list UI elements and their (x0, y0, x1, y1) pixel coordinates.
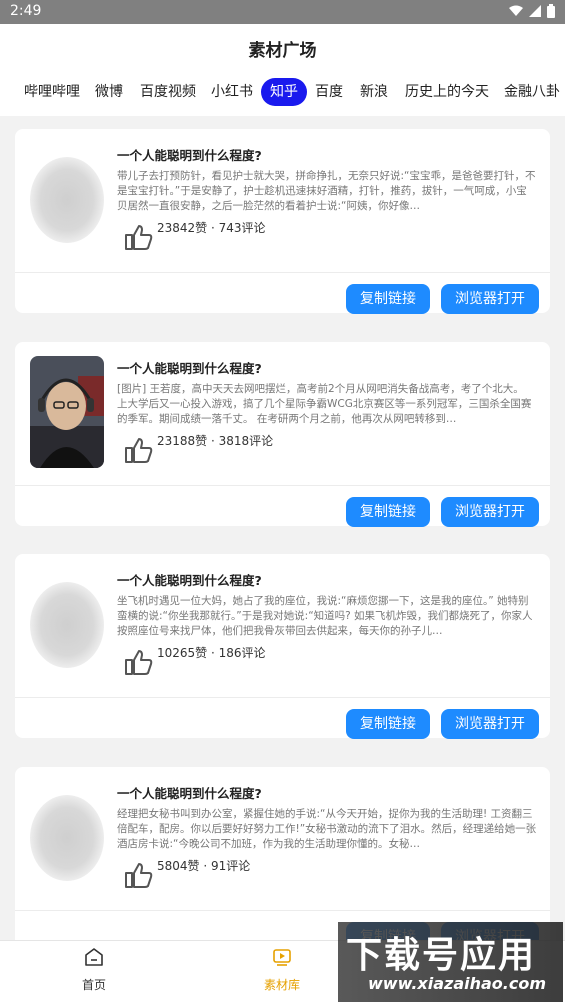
tab-zhihu[interactable]: 知乎 (261, 78, 307, 106)
tab-bilibili[interactable]: 哔哩哔哩 (24, 78, 80, 106)
card-title: 一个人能聪明到什么程度? (117, 573, 262, 588)
divider (15, 697, 550, 698)
card-stats: 23842赞 · 743评论 (157, 221, 266, 235)
divider (15, 485, 550, 486)
card-title: 一个人能聪明到什么程度? (117, 148, 262, 163)
thumbnail-placeholder (30, 157, 104, 243)
status-icons (509, 4, 555, 18)
card-description: 带儿子去打预防针，看见护士就大哭，拼命挣扎，无奈只好说:“宝宝乖，是爸爸要打针，… (117, 170, 536, 212)
tab-history-today[interactable]: 历史上的今天 (405, 78, 489, 106)
open-browser-button[interactable]: 浏览器打开 (441, 284, 539, 314)
tab-baidu[interactable]: 百度 (315, 78, 343, 106)
thumbs-up-icon[interactable] (123, 223, 153, 251)
status-time: 2:49 (10, 3, 42, 19)
battery-icon (547, 4, 555, 18)
signal-icon (529, 5, 541, 17)
watermark-logo: 下载号应用 www.xiazaihao.com (338, 922, 563, 1002)
card-title: 一个人能聪明到什么程度? (117, 786, 262, 801)
home-icon (85, 948, 103, 966)
category-tabs: 哔哩哔哩 微博 百度视频 小红书 知乎 百度 新浪 历史上的今天 金融八卦 (0, 76, 565, 110)
card-description: [图片] 王若度，高中天天去网吧摆烂，高考前2个月从网吧消失备战高考，考了个北大… (117, 383, 532, 425)
card-description: 经理把女秘书叫到办公室，紧握住她的手说:“从今天开始，捉你为我的生活助理! 工资… (117, 808, 537, 850)
copy-link-button[interactable]: 复制链接 (346, 709, 430, 739)
tab-sina[interactable]: 新浪 (360, 78, 388, 106)
card-description: 坐飞机时遇见一位大妈，她占了我的座位，我说:“麻烦您挪一下，这是我的座位。” 她… (117, 595, 533, 637)
nav-library-label: 素材库 (263, 978, 300, 992)
card-title: 一个人能聪明到什么程度? (117, 361, 262, 376)
nav-home[interactable]: 首页 (54, 947, 134, 993)
content-card: 一个人能聪明到什么程度? 带儿子去打预防针，看见护士就大哭，拼命挣扎，无奈只好说… (15, 129, 550, 314)
copy-link-button[interactable]: 复制链接 (346, 497, 430, 527)
divider (15, 910, 550, 911)
thumbnail-placeholder (30, 582, 104, 668)
content-card: 一个人能聪明到什么程度? 坐飞机时遇见一位大妈，她占了我的座位，我说:“麻烦您挪… (15, 554, 550, 739)
open-browser-button[interactable]: 浏览器打开 (441, 497, 539, 527)
thumbnail-photo (30, 356, 104, 468)
tab-weibo[interactable]: 微博 (95, 78, 123, 106)
wifi-icon (509, 5, 523, 16)
divider (15, 272, 550, 273)
thumbnail-placeholder (30, 795, 104, 881)
watermark-url: www.xiazaihao.com (368, 974, 546, 993)
tab-xiaohongshu[interactable]: 小红书 (211, 78, 253, 106)
nav-home-label: 首页 (81, 978, 106, 992)
nav-library[interactable]: 素材库 (242, 947, 322, 993)
thumbs-up-icon[interactable] (123, 436, 153, 464)
tab-finance-gossip[interactable]: 金融八卦 (504, 78, 560, 106)
copy-link-button[interactable]: 复制链接 (346, 284, 430, 314)
open-browser-button[interactable]: 浏览器打开 (441, 709, 539, 739)
card-stats: 23188赞 · 3818评论 (157, 434, 274, 448)
thumbs-up-icon[interactable] (123, 648, 153, 676)
card-stats: 10265赞 · 186评论 (157, 646, 266, 660)
video-library-icon (273, 949, 291, 966)
card-stats: 5804赞 · 91评论 (157, 859, 251, 873)
status-bar: 2:49 (0, 0, 565, 24)
thumbs-up-icon[interactable] (123, 861, 153, 889)
watermark-text: 下载号应用 (346, 935, 537, 976)
content-card: 一个人能聪明到什么程度? [图片] 王若度，高中天天去网吧摆烂，高考前2个月从网… (15, 342, 550, 527)
header: 素材广场 哔哩哔哩 微博 百度视频 小红书 知乎 百度 新浪 历史上的今天 金融… (0, 24, 565, 116)
page-title: 素材广场 (248, 41, 317, 61)
tab-baidu-video[interactable]: 百度视频 (140, 78, 196, 106)
